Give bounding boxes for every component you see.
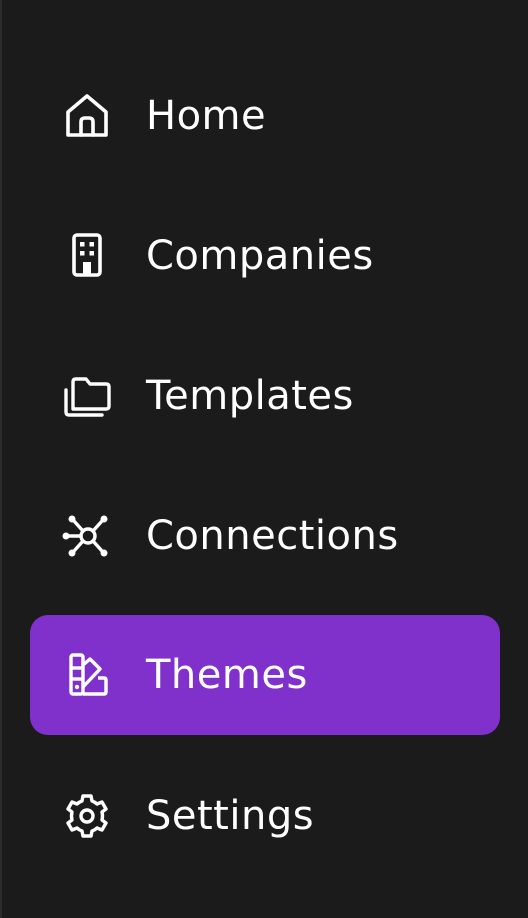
network-icon [62,512,112,560]
sidebar-item-label: Settings [146,793,315,839]
sidebar-item-label: Themes [146,652,308,698]
building-icon [62,232,112,280]
sidebar-item-label: Companies [146,233,374,279]
sidebar-item-label: Templates [146,373,354,419]
sidebar-item-home[interactable]: Home [30,56,500,176]
sidebar-item-label: Connections [146,513,399,559]
swatches-icon [62,651,112,699]
sidebar-item-label: Home [146,93,267,139]
sidebar-nav: Home Companies Templates Connections The… [0,0,528,918]
home-icon [62,92,112,140]
folders-icon [62,372,112,420]
sidebar-item-companies[interactable]: Companies [30,196,500,316]
gear-icon [62,792,112,840]
sidebar-item-themes[interactable]: Themes [30,615,500,735]
sidebar-item-connections[interactable]: Connections [30,476,500,596]
sidebar-item-templates[interactable]: Templates [30,336,500,456]
sidebar-item-settings[interactable]: Settings [30,756,500,876]
